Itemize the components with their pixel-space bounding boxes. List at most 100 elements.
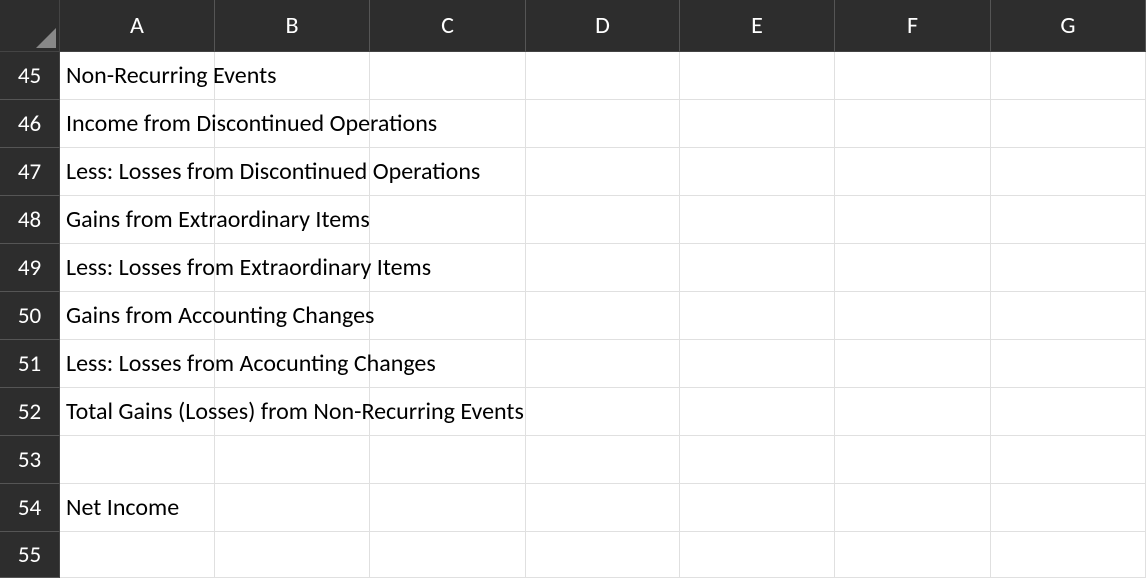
column-header-C[interactable]: C: [370, 0, 526, 52]
cell-E47[interactable]: [680, 148, 835, 196]
cell-F48[interactable]: [835, 196, 991, 244]
cell-D50[interactable]: [526, 292, 680, 340]
cell-text: Gains from Accounting Changes: [66, 301, 374, 330]
spreadsheet-grid: A B C D E F G 45 Non-Recurring Events 46…: [0, 0, 1146, 578]
row-header-50[interactable]: 50: [0, 292, 60, 340]
cell-E48[interactable]: [680, 196, 835, 244]
cell-C50[interactable]: [370, 292, 526, 340]
cell-text: Less: Losses from Acocunting Changes: [66, 349, 436, 378]
cell-C45[interactable]: [370, 52, 526, 100]
cell-G50[interactable]: [991, 292, 1146, 340]
row-header-45[interactable]: 45: [0, 52, 60, 100]
cell-F55[interactable]: [835, 532, 991, 578]
cell-E53[interactable]: [680, 436, 835, 484]
table-row: 49 Less: Losses from Extraordinary Items: [0, 244, 1146, 292]
cell-C55[interactable]: [370, 532, 526, 578]
cell-F49[interactable]: [835, 244, 991, 292]
cell-A49[interactable]: Less: Losses from Extraordinary Items: [60, 244, 215, 292]
row-header-47[interactable]: 47: [0, 148, 60, 196]
cell-D46[interactable]: [526, 100, 680, 148]
cell-text: Net Income: [66, 493, 179, 522]
row-header-46[interactable]: 46: [0, 100, 60, 148]
cell-A53[interactable]: [60, 436, 215, 484]
cell-D51[interactable]: [526, 340, 680, 388]
column-header-B[interactable]: B: [215, 0, 370, 52]
row-header-55[interactable]: 55: [0, 532, 60, 578]
cell-G53[interactable]: [991, 436, 1146, 484]
cell-D49[interactable]: [526, 244, 680, 292]
cell-F46[interactable]: [835, 100, 991, 148]
table-row: 52 Total Gains (Losses) from Non-Recurri…: [0, 388, 1146, 436]
table-row: 46 Income from Discontinued Operations: [0, 100, 1146, 148]
cell-A50[interactable]: Gains from Accounting Changes: [60, 292, 215, 340]
cell-G52[interactable]: [991, 388, 1146, 436]
cell-A45[interactable]: Non-Recurring Events: [60, 52, 215, 100]
cell-C54[interactable]: [370, 484, 526, 532]
table-row: 55: [0, 532, 1146, 578]
cell-E49[interactable]: [680, 244, 835, 292]
cell-A46[interactable]: Income from Discontinued Operations: [60, 100, 215, 148]
cell-A47[interactable]: Less: Losses from Discontinued Operation…: [60, 148, 215, 196]
cell-B53[interactable]: [215, 436, 370, 484]
cell-E51[interactable]: [680, 340, 835, 388]
row-header-52[interactable]: 52: [0, 388, 60, 436]
cell-E54[interactable]: [680, 484, 835, 532]
cell-A48[interactable]: Gains from Extraordinary Items: [60, 196, 215, 244]
select-all-triangle-icon: [36, 28, 56, 48]
cell-F53[interactable]: [835, 436, 991, 484]
cell-F51[interactable]: [835, 340, 991, 388]
cell-E50[interactable]: [680, 292, 835, 340]
table-row: 54 Net Income: [0, 484, 1146, 532]
cell-E45[interactable]: [680, 52, 835, 100]
cell-F50[interactable]: [835, 292, 991, 340]
row-header-54[interactable]: 54: [0, 484, 60, 532]
cell-A51[interactable]: Less: Losses from Acocunting Changes: [60, 340, 215, 388]
cell-G47[interactable]: [991, 148, 1146, 196]
cell-G48[interactable]: [991, 196, 1146, 244]
table-row: 47 Less: Losses from Discontinued Operat…: [0, 148, 1146, 196]
row-header-49[interactable]: 49: [0, 244, 60, 292]
cell-D45[interactable]: [526, 52, 680, 100]
column-header-F[interactable]: F: [835, 0, 991, 52]
cell-A54[interactable]: Net Income: [60, 484, 215, 532]
table-row: 50 Gains from Accounting Changes: [0, 292, 1146, 340]
cell-E55[interactable]: [680, 532, 835, 578]
row-header-53[interactable]: 53: [0, 436, 60, 484]
cell-A52[interactable]: Total Gains (Losses) from Non-Recurring …: [60, 388, 215, 436]
cell-F47[interactable]: [835, 148, 991, 196]
cell-D53[interactable]: [526, 436, 680, 484]
table-row: 45 Non-Recurring Events: [0, 52, 1146, 100]
cell-A55[interactable]: [60, 532, 215, 578]
cell-F52[interactable]: [835, 388, 991, 436]
cell-D54[interactable]: [526, 484, 680, 532]
table-row: 53: [0, 436, 1146, 484]
column-header-G[interactable]: G: [991, 0, 1146, 52]
cell-G54[interactable]: [991, 484, 1146, 532]
cell-D55[interactable]: [526, 532, 680, 578]
cell-C53[interactable]: [370, 436, 526, 484]
cell-G55[interactable]: [991, 532, 1146, 578]
cell-text: Total Gains (Losses) from Non-Recurring …: [66, 397, 524, 426]
cell-text: Less: Losses from Extraordinary Items: [66, 253, 431, 282]
cell-F45[interactable]: [835, 52, 991, 100]
cell-B55[interactable]: [215, 532, 370, 578]
row-header-48[interactable]: 48: [0, 196, 60, 244]
cell-G46[interactable]: [991, 100, 1146, 148]
cell-D47[interactable]: [526, 148, 680, 196]
cell-F54[interactable]: [835, 484, 991, 532]
cell-G45[interactable]: [991, 52, 1146, 100]
cell-B54[interactable]: [215, 484, 370, 532]
select-all-corner[interactable]: [0, 0, 60, 52]
cell-E52[interactable]: [680, 388, 835, 436]
column-header-D[interactable]: D: [526, 0, 680, 52]
row-header-51[interactable]: 51: [0, 340, 60, 388]
cell-text: Income from Discontinued Operations: [66, 109, 437, 138]
column-header-A[interactable]: A: [60, 0, 215, 52]
cell-G51[interactable]: [991, 340, 1146, 388]
cell-C48[interactable]: [370, 196, 526, 244]
cell-D52[interactable]: [526, 388, 680, 436]
cell-D48[interactable]: [526, 196, 680, 244]
column-header-E[interactable]: E: [680, 0, 835, 52]
cell-E46[interactable]: [680, 100, 835, 148]
cell-G49[interactable]: [991, 244, 1146, 292]
